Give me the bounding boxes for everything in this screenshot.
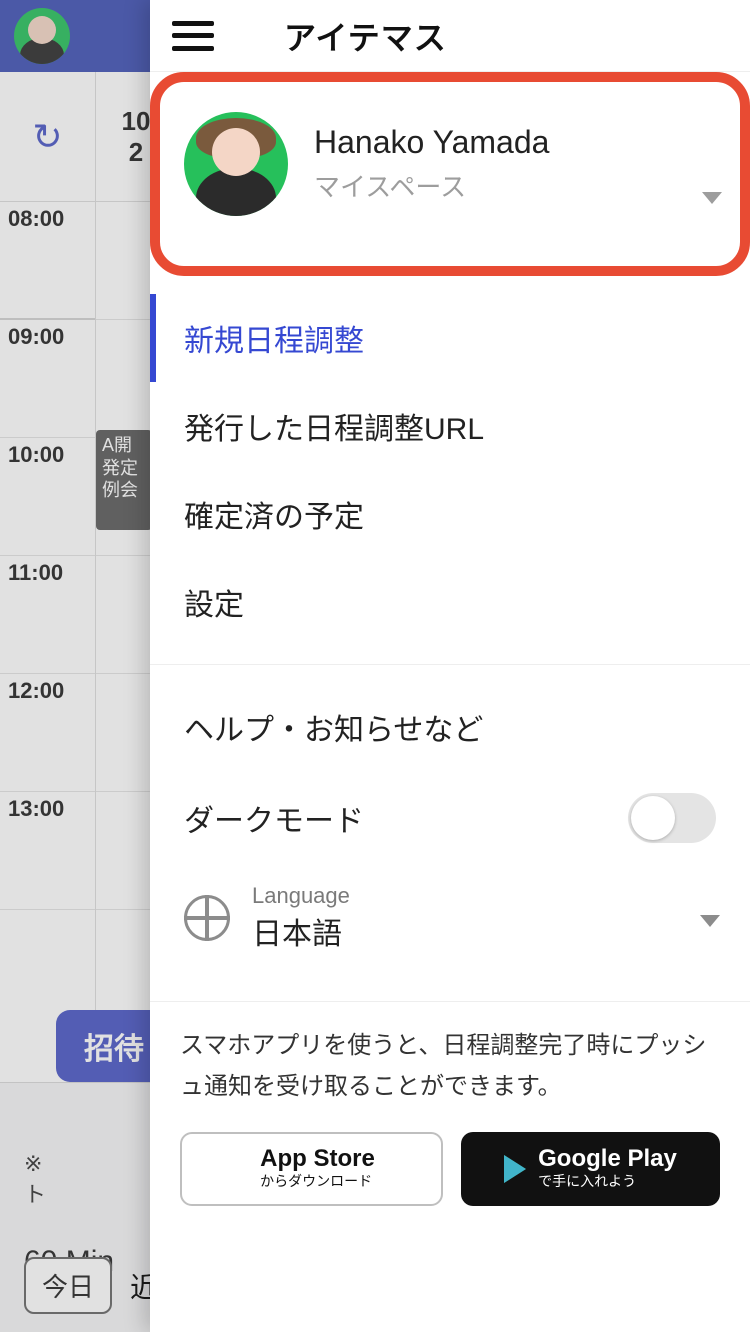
profile-highlight: Hanako Yamada マイスペース	[150, 72, 750, 276]
dark-mode-row: ダークモード	[150, 771, 750, 865]
app-promo: スマホアプリを使うと、日程調整完了時にプッシュ通知を受け取ることができます。 A…	[150, 1001, 750, 1230]
menu-icon[interactable]	[172, 21, 214, 51]
side-drawer: アイテマス Hanako Yamada マイスペース 新規日程調整 発行した日程…	[150, 0, 750, 1332]
menu-settings[interactable]: 設定	[150, 558, 750, 646]
language-value: 日本語	[252, 909, 350, 953]
promo-text: スマホアプリを使うと、日程調整完了時にプッシュ通知を受け取ることができます。	[180, 1026, 720, 1108]
profile-row[interactable]: Hanako Yamada マイスペース	[160, 82, 740, 266]
avatar	[184, 112, 288, 216]
menu-help[interactable]: ヘルプ・お知らせなど	[150, 683, 750, 771]
googleplay-button[interactable]: Google Play で手に入れよう	[461, 1132, 720, 1206]
dark-mode-toggle[interactable]	[628, 793, 716, 843]
menu-issued-urls[interactable]: 発行した日程調整URL	[150, 382, 750, 470]
language-row[interactable]: Language 日本語	[150, 865, 750, 983]
menu-primary: 新規日程調整 発行した日程調整URL 確定済の予定 設定	[150, 276, 750, 664]
language-label: Language	[252, 883, 350, 909]
globe-icon	[184, 895, 230, 941]
chevron-down-icon	[700, 915, 720, 927]
menu-new-schedule[interactable]: 新規日程調整	[150, 294, 750, 382]
drawer-header: アイテマス	[150, 0, 750, 72]
menu-confirmed[interactable]: 確定済の予定	[150, 470, 750, 558]
appstore-button[interactable]: App Store からダウンロード	[180, 1132, 443, 1206]
profile-name: Hanako Yamada	[314, 124, 549, 161]
chevron-down-icon	[702, 192, 722, 204]
profile-space: マイスペース	[314, 167, 549, 204]
play-icon	[504, 1155, 526, 1183]
app-title: アイテマス	[284, 13, 447, 59]
menu-secondary: ヘルプ・お知らせなど ダークモード Language 日本語	[150, 664, 750, 1001]
dark-mode-label: ダークモード	[184, 796, 364, 840]
